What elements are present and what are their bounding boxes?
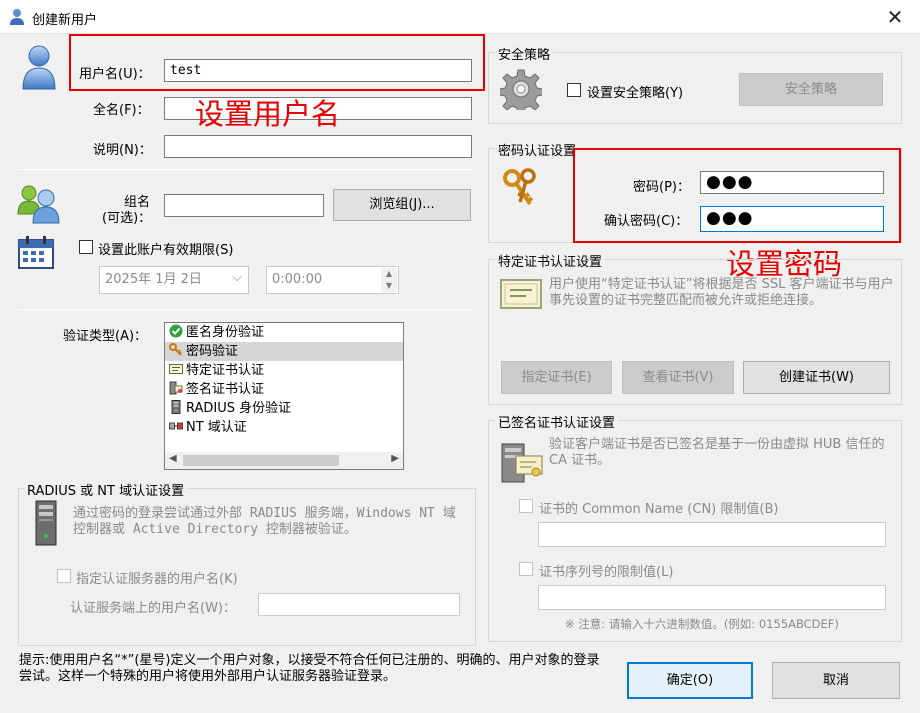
certificate-icon <box>500 279 542 309</box>
username-input[interactable]: test <box>164 59 472 82</box>
scrollbar-thumb[interactable] <box>183 455 339 466</box>
list-item-label: 特定证书认证 <box>186 363 265 378</box>
window-title: 创建新用户 <box>32 13 98 28</box>
cancel-button[interactable]: 取消 <box>772 662 900 699</box>
cn-limit-input[interactable] <box>538 522 886 547</box>
signed-cert-icon <box>169 381 183 395</box>
list-item-label: 匿名身份验证 <box>186 325 265 340</box>
specific-cert-title: 特定证书认证设置 <box>495 251 606 270</box>
signed-cert-icon <box>501 443 543 483</box>
security-policy-title: 安全策略 <box>495 44 554 63</box>
description-input[interactable] <box>164 135 472 158</box>
cn-limit-checkbox[interactable] <box>519 499 533 513</box>
security-policy-checkbox-label: 设置安全策略(Y) <box>587 86 684 101</box>
signed-cert-description: 验证客户端证书是否已签名是基于一份由虚拟 HUB 信任的 CA 证书。 <box>549 437 885 468</box>
group-input[interactable] <box>164 194 324 217</box>
password-settings-title: 密码认证设置 <box>495 140 580 159</box>
spin-up-icon[interactable]: ▲ <box>381 268 397 280</box>
expiry-time-value: 0:00:00 <box>272 272 323 287</box>
password-input[interactable]: ●●● <box>700 171 884 194</box>
group-label-line2: (可选)： <box>102 211 152 226</box>
specific-cert-description: 用户使用“特定证书认证”将根据是否 SSL 客户端证书与用户事先设置的证书完整匹… <box>549 277 894 308</box>
horizontal-scrollbar[interactable]: ◀ ▶ <box>165 452 403 469</box>
separator <box>18 309 473 310</box>
list-item[interactable]: NT 域认证 <box>165 418 403 437</box>
confirm-password-input[interactable]: ●●● <box>700 206 884 232</box>
separator <box>18 169 473 170</box>
expiry-date-value: 2025年 1月 2日 <box>105 272 202 287</box>
list-item[interactable]: 特定证书认证 <box>165 361 403 380</box>
list-item[interactable]: RADIUS 身份验证 <box>165 399 403 418</box>
security-policy-checkbox[interactable] <box>567 83 581 97</box>
specify-cert-button[interactable]: 指定证书(E) <box>501 361 612 394</box>
hint-text: 提示:使用用户名“*”(星号)定义一个用户对象，以接受不符合任何已注册的、明确的… <box>19 653 600 684</box>
close-button[interactable]: ✕ <box>880 2 910 32</box>
cn-limit-label: 证书的 Common Name (CN) 限制值(B) <box>539 502 779 517</box>
list-item[interactable]: 签名证书认证 <box>165 380 403 399</box>
title-bar <box>0 0 920 34</box>
list-item-label: RADIUS 身份验证 <box>186 401 292 416</box>
expiry-checkbox[interactable] <box>79 240 93 254</box>
list-item[interactable]: 匿名身份验证 <box>165 323 403 342</box>
calendar-icon <box>18 236 54 269</box>
set-username-annotation: 设置用户名 <box>195 97 341 131</box>
password-label: 密码(P)： <box>633 180 690 195</box>
radius-description: 通过密码的登录尝试通过外部 RADIUS 服务端，Windows NT 域控制器… <box>73 506 456 537</box>
keys-icon <box>503 168 536 206</box>
signed-cert-title: 已签名证书认证设置 <box>495 412 619 431</box>
view-cert-button[interactable]: 查看证书(V) <box>622 361 734 394</box>
create-cert-button[interactable]: 创建证书(W) <box>743 361 890 394</box>
server-icon <box>171 400 181 414</box>
gear-icon <box>500 69 542 110</box>
user-avatar-icon <box>22 45 56 90</box>
group-users-icon <box>17 185 60 224</box>
description-label: 说明(N)： <box>93 143 152 158</box>
server-username-label: 认证服务端上的用户名(W)： <box>70 601 236 616</box>
fullname-label: 全名(F)： <box>93 103 150 118</box>
ok-button[interactable]: 确定(O) <box>627 662 753 699</box>
nt-domain-icon <box>169 422 183 430</box>
scroll-right-icon[interactable]: ▶ <box>391 453 399 464</box>
specify-username-label: 指定认证服务器的用户名(K) <box>76 572 238 587</box>
security-policy-button[interactable]: 安全策略 <box>739 73 883 106</box>
browse-group-button[interactable]: 浏览组(J)... <box>333 189 471 221</box>
keys-icon <box>169 343 182 356</box>
green-check-icon <box>169 324 183 338</box>
list-item[interactable]: 密码验证 <box>165 342 403 361</box>
chevron-down-icon[interactable]: ⌵ <box>232 267 242 289</box>
auth-type-label: 验证类型(A)： <box>63 329 148 344</box>
confirm-password-label: 确认密码(C)： <box>604 214 689 229</box>
serial-limit-input[interactable] <box>538 585 886 610</box>
scroll-left-icon[interactable]: ◀ <box>169 453 177 464</box>
user-icon <box>10 9 24 25</box>
auth-type-listbox[interactable]: 匿名身份验证 密码验证 特定证书认证 签名证书认证 RADIUS 身份验证 NT… <box>164 322 404 470</box>
list-item-label: NT 域认证 <box>186 420 247 435</box>
hex-note: ※ 注意: 请输入十六进制数值。(例如: 0155ABCDEF) <box>565 617 839 631</box>
spin-down-icon[interactable]: ▼ <box>381 280 397 292</box>
specify-username-checkbox[interactable] <box>57 569 71 583</box>
expiry-time-picker[interactable]: 0:00:00 ▲ ▼ <box>266 266 399 294</box>
radius-group-title: RADIUS 或 NT 域认证设置 <box>24 480 188 499</box>
list-item-label: 密码验证 <box>186 344 239 359</box>
expiry-date-picker[interactable]: 2025年 1月 2日 ⌵ <box>99 266 249 294</box>
server-tower-icon <box>35 500 57 546</box>
list-item-label: 签名证书认证 <box>186 382 265 397</box>
serial-limit-checkbox[interactable] <box>519 562 533 576</box>
expiry-checkbox-label: 设置此账户有效期限(S) <box>98 243 234 258</box>
server-username-input[interactable] <box>258 593 460 616</box>
username-label: 用户名(U)： <box>79 67 151 82</box>
certificate-icon <box>169 364 183 374</box>
serial-limit-label: 证书序列号的限制值(L) <box>539 565 674 580</box>
